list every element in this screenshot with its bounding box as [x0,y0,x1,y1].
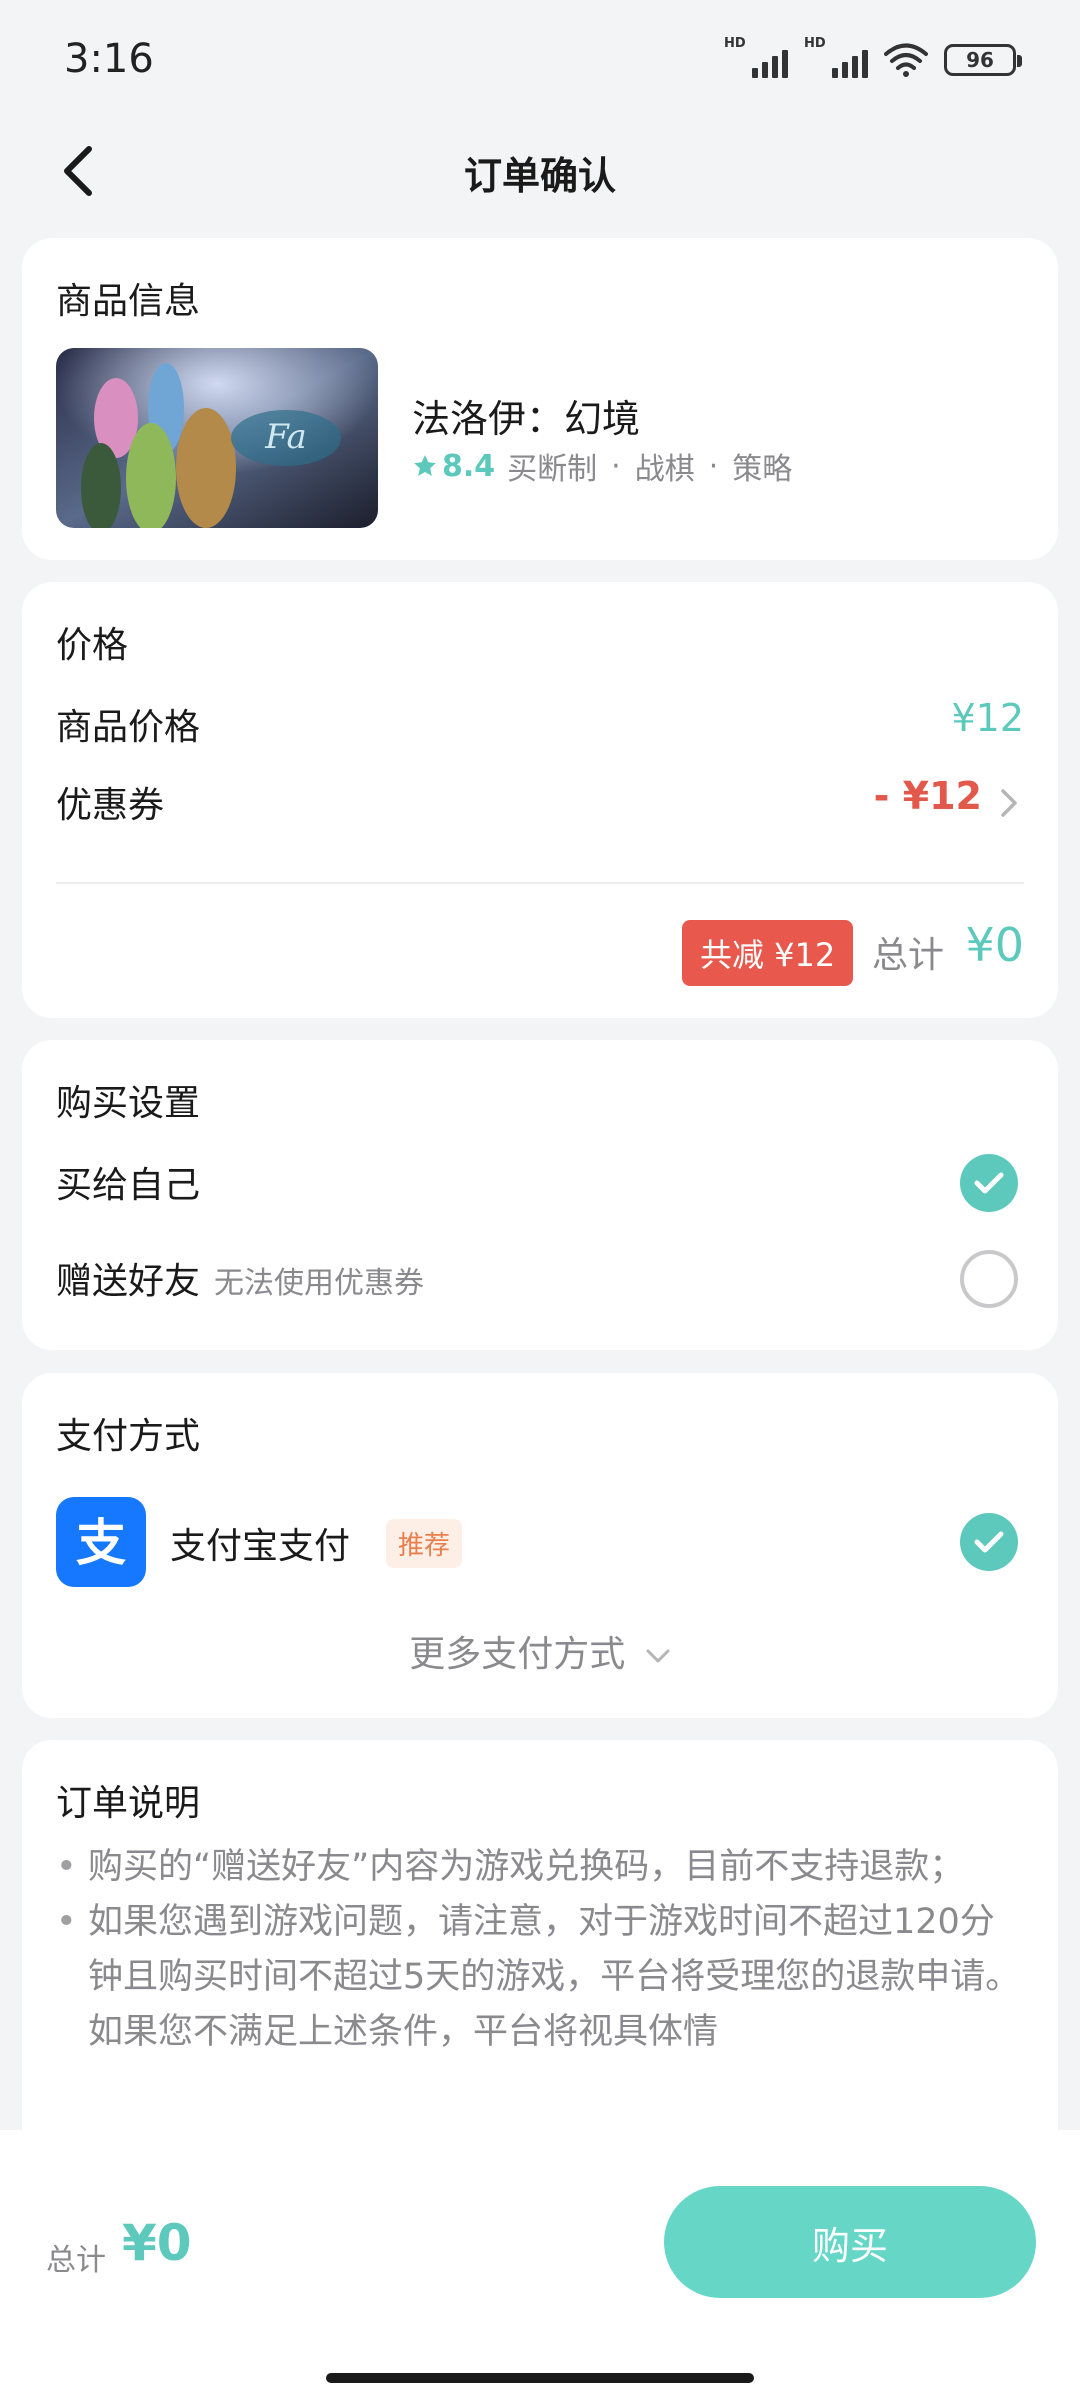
price-card: 价格 商品价格 ¥12 优惠券 - ¥12 共减 ¥12 总计 ¥0 [22,582,1058,1018]
bottom-bar: 总计 ¥0 购买 [0,2130,1080,2400]
hd-label: HD [804,36,826,51]
rating-value: 8.4 [442,448,496,484]
rating: 8.4 [412,449,495,484]
buy-button[interactable]: 购买 [664,2186,1036,2298]
option-buy-for-self[interactable]: 买给自己 [22,1144,1058,1224]
note-item: 购买的“赠送好友”内容为游戏兑换码，目前不支持退款； [56,1840,1024,1895]
purchase-settings-card: 购买设置 买给自己 赠送好友 无法使用优惠券 [22,1040,1058,1350]
radio-empty-icon[interactable] [960,1250,1018,1308]
option-gift-row: 赠送好友 无法使用优惠券 [56,1252,424,1304]
option-gift-label: 赠送好友 [56,1261,201,1302]
total-label: 总计 [872,935,945,976]
option-self-label: 买给自己 [56,1165,201,1206]
status-icons: HD HD 96 [724,36,1022,78]
payment-method-alipay[interactable]: 支 支付宝支付 推荐 [22,1373,1058,1613]
home-indicator[interactable] [326,2373,754,2383]
coupon-label: 优惠券 [56,785,165,826]
wifi-icon [884,43,928,77]
svg-text:支: 支 [76,1514,126,1572]
chevron-right-icon [1001,789,1017,817]
price-section-title: 价格 [56,625,129,666]
item-price-label: 商品价格 [56,707,201,748]
order-notes-card: 订单说明 购买的“赠送好友”内容为游戏兑换码，目前不支持退款； 如果您遇到游戏问… [22,1740,1058,2160]
note-item: 如果您遇到游戏问题，请注意，对于游戏时间不超过120分钟且购买时间不超过5天的游… [56,1895,1024,2060]
coupon-row[interactable]: 优惠券 - ¥12 [22,768,1058,848]
game-name: 法洛伊：幻境 [412,397,641,441]
item-price-value: ¥12 [951,696,1024,740]
purchase-settings-title: 购买设置 [56,1083,201,1124]
check-circle-icon[interactable] [960,1154,1018,1212]
game-cover-image[interactable]: Fa [56,348,378,528]
svg-text:Fa: Fa [264,417,307,457]
status-time: 3:16 [64,36,154,82]
bottom-total-value: ¥0 [122,2214,192,2272]
order-notes-title: 订单说明 [56,1783,201,1824]
nav-bar: 订单确认 [0,125,1080,215]
battery-icon: 96 [944,44,1022,76]
alipay-label: 支付宝支付 [170,1526,351,1567]
more-payment-methods[interactable]: 更多支付方式 [22,1625,1058,1677]
discount-badge: 共减 ¥12 [682,920,854,986]
signal-icon: HD [724,36,788,78]
bottom-total-label: 总计 [46,2243,106,2278]
recommend-badge: 推荐 [386,1519,463,1568]
tag-genre: 策略 [732,452,793,487]
page-title: 订单确认 [463,154,616,198]
total-value: ¥0 [965,918,1024,972]
chevron-down-icon [646,1649,670,1663]
order-notes-list: 购买的“赠送好友”内容为游戏兑换码，目前不支持退款； 如果您遇到游戏问题，请注意… [56,1840,1024,2060]
tag-pricing: 买断制 [507,452,598,487]
tag-genre: 战棋 [634,452,695,487]
product-card: 商品信息 Fa 法洛伊：幻境 8.4 买断制 · 战棋 · 策略 [22,238,1058,560]
status-bar: 3:16 HD HD 96 [0,0,1080,125]
payment-card: 支付方式 支 支付宝支付 推荐 更多支付方式 [22,1373,1058,1718]
product-section-title: 商品信息 [56,281,201,322]
gift-hint: 无法使用优惠券 [214,1266,425,1301]
check-circle-icon[interactable] [960,1513,1018,1571]
more-payment-label: 更多支付方式 [409,1634,626,1675]
battery-level: 96 [966,48,994,72]
alipay-icon: 支 [56,1497,146,1587]
option-gift-to-friend[interactable]: 赠送好友 无法使用优惠券 [22,1240,1058,1320]
game-meta: 8.4 买断制 · 战棋 · 策略 [412,444,792,488]
signal-icon: HD [804,36,868,78]
coupon-value: - ¥12 [873,774,982,818]
hd-label: HD [724,36,746,51]
star-icon [414,455,436,476]
divider [56,882,1024,884]
